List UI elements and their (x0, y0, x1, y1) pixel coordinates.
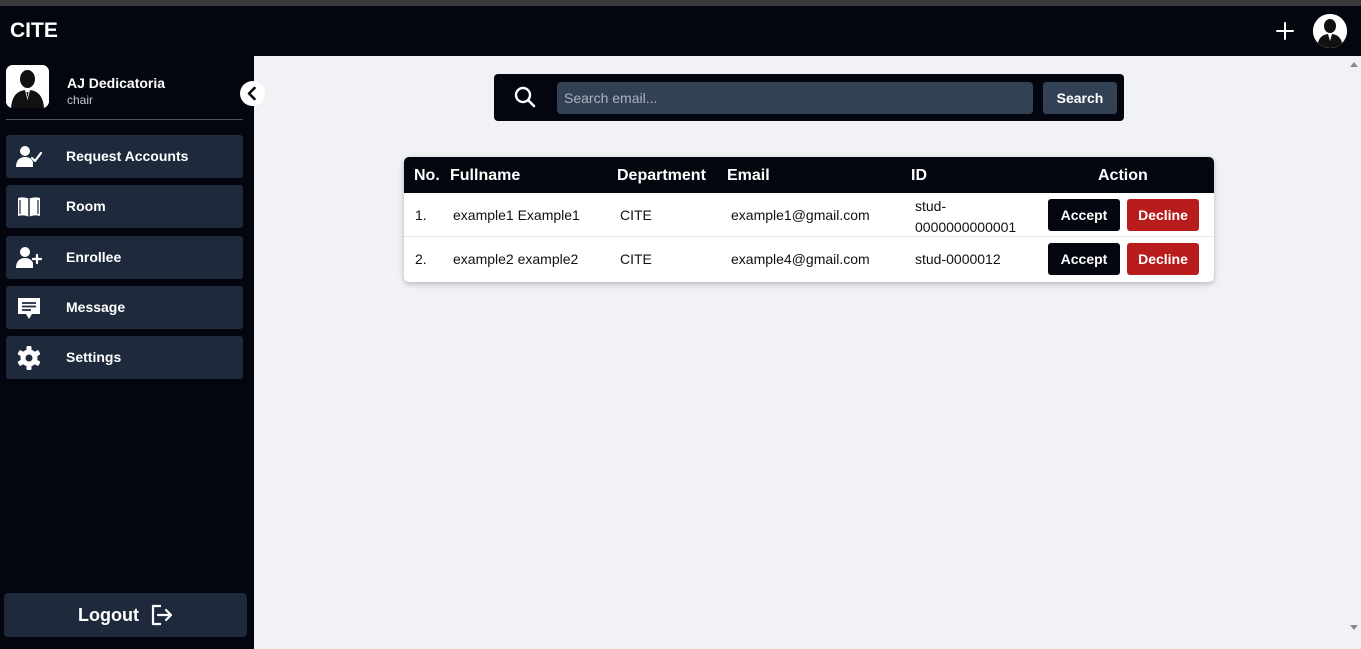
top-bar: CITE (0, 6, 1361, 56)
chevron-left-icon (247, 86, 256, 101)
sidebar-item-enrollee[interactable]: Enrollee (6, 236, 243, 279)
row-fullname: example2 example2 (453, 251, 579, 267)
sidebar: AJ Dedicatoria chair Request Accounts Ro… (0, 56, 265, 649)
column-header-department: Department (617, 167, 706, 184)
sidebar-item-room[interactable]: Room (6, 185, 243, 228)
column-header-fullname: Fullname (450, 167, 521, 184)
gear-icon (17, 346, 41, 370)
row-number: 1. (415, 207, 427, 223)
accept-button[interactable]: Accept (1048, 243, 1120, 275)
sidebar-item-message[interactable]: Message (6, 286, 243, 329)
row-department: CITE (620, 251, 652, 267)
user-plus-icon (16, 247, 42, 268)
column-header-email: Email (727, 167, 770, 184)
sidebar-item-settings[interactable]: Settings (6, 336, 243, 379)
scroll-down-arrow-icon[interactable] (1350, 625, 1358, 630)
collapse-sidebar-button[interactable] (240, 81, 265, 106)
table-header: No. Fullname Department Email ID Action (404, 157, 1214, 193)
scroll-up-arrow-icon[interactable] (1350, 62, 1358, 67)
brand-title: CITE (10, 19, 58, 42)
logout-icon (151, 604, 173, 626)
profile-avatar (6, 65, 49, 108)
search-bar: Search (494, 74, 1124, 121)
profile-role: chair (67, 93, 94, 107)
table-row: 2. example2 example2 CITE example4@gmail… (404, 237, 1214, 281)
page-scrollbar[interactable] (1346, 56, 1361, 649)
table-row: 1. example1 Example1 CITE example1@gmail… (404, 193, 1214, 237)
row-id: stud-0000000000001 (915, 198, 1017, 235)
row-fullname: example1 Example1 (453, 207, 580, 223)
decline-button[interactable]: Decline (1127, 199, 1199, 231)
row-number: 2. (415, 251, 427, 267)
book-icon (18, 197, 40, 217)
column-header-action: Action (1098, 167, 1148, 184)
request-accounts-table: No. Fullname Department Email ID Action … (404, 157, 1214, 282)
plus-icon[interactable] (1273, 19, 1297, 43)
row-department: CITE (620, 207, 652, 223)
user-check-icon (16, 146, 42, 167)
sidebar-item-label: Settings (66, 349, 122, 365)
row-id: stud-0000012 (915, 251, 1001, 267)
search-input[interactable] (557, 82, 1033, 114)
profile-name: AJ Dedicatoria (67, 75, 166, 91)
search-icon (514, 86, 536, 108)
logout-label: Logout (78, 605, 139, 625)
decline-button[interactable]: Decline (1127, 243, 1199, 275)
sidebar-item-label: Enrollee (66, 249, 122, 265)
message-icon (18, 298, 40, 319)
profile-divider (6, 119, 243, 120)
search-button[interactable]: Search (1043, 82, 1117, 114)
column-header-no: No. (414, 167, 440, 184)
row-email: example4@gmail.com (731, 251, 870, 267)
sidebar-item-label: Room (66, 198, 106, 214)
sidebar-item-label: Request Accounts (66, 148, 189, 164)
user-avatar[interactable] (1313, 14, 1347, 48)
column-header-id: ID (911, 167, 927, 184)
sidebar-item-label: Message (66, 299, 126, 315)
row-email: example1@gmail.com (731, 207, 870, 223)
sidebar-item-request-accounts[interactable]: Request Accounts (6, 135, 243, 178)
accept-button[interactable]: Accept (1048, 199, 1120, 231)
logout-button[interactable]: Logout (4, 593, 247, 637)
